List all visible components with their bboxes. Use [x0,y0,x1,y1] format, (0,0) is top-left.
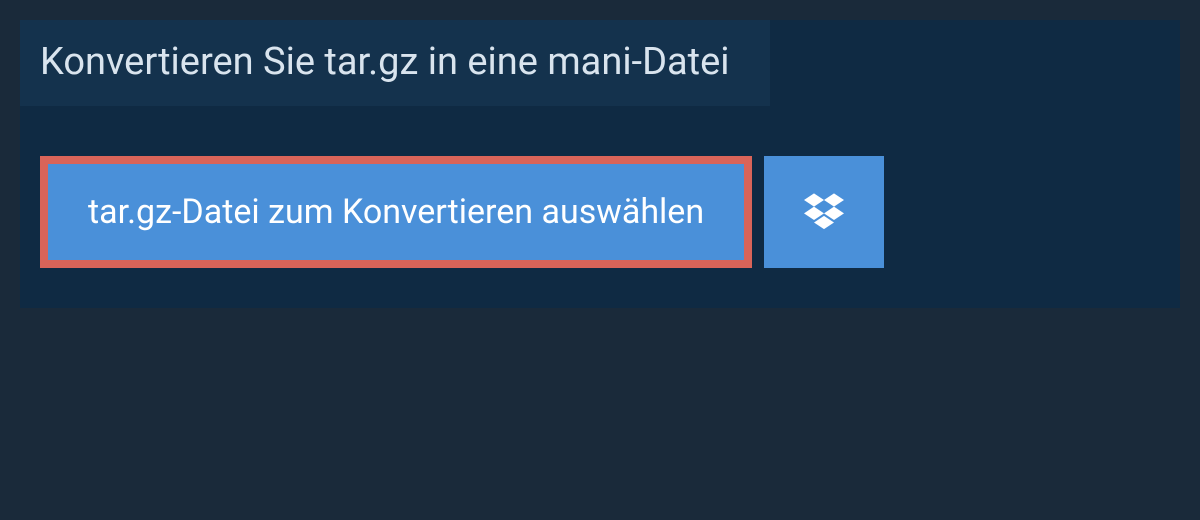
file-select-button[interactable]: tar.gz-Datei zum Konvertieren auswählen [40,156,752,268]
dropbox-button[interactable] [764,156,884,268]
converter-panel: Konvertieren Sie tar.gz in eine mani-Dat… [20,20,1180,308]
heading-container: Konvertieren Sie tar.gz in eine mani-Dat… [20,20,770,106]
button-row: tar.gz-Datei zum Konvertieren auswählen [20,106,1180,268]
dropbox-icon [804,190,844,234]
page-title: Konvertieren Sie tar.gz in eine mani-Dat… [40,40,730,86]
file-select-label: tar.gz-Datei zum Konvertieren auswählen [88,192,704,232]
